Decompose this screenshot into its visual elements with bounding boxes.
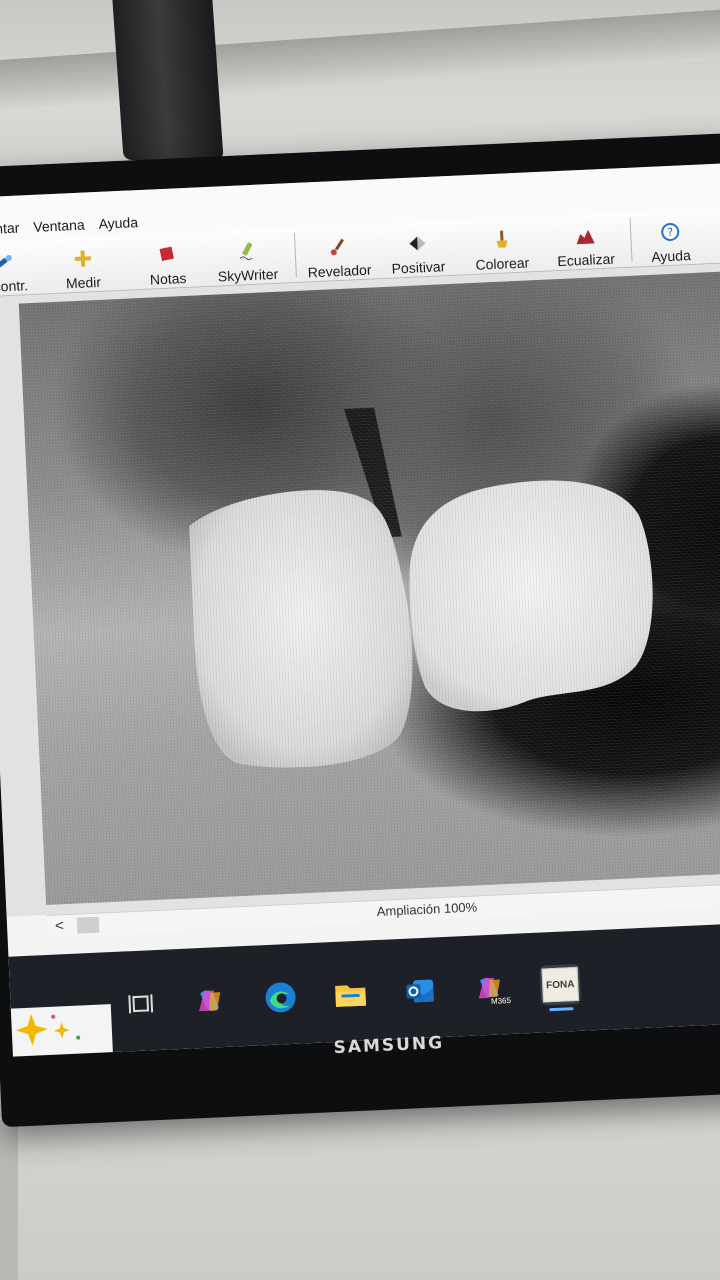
copilot-button[interactable] — [190, 980, 232, 1022]
note-icon — [157, 244, 178, 265]
brush-icon — [328, 237, 349, 258]
tool-label: a contr. — [0, 277, 29, 295]
tool-contrast-button[interactable]: a contr. — [0, 243, 28, 295]
tool-label: Positivar — [391, 258, 446, 277]
task-view-icon — [128, 994, 154, 1014]
fona-app-button[interactable]: FONA — [539, 963, 582, 1006]
tool-ecualizar-button[interactable]: Ecualizar — [556, 217, 616, 270]
histogram-icon — [575, 225, 596, 246]
tool-skywriter-button[interactable]: SkyWriter — [216, 232, 279, 285]
tool-positivar-button[interactable]: Positivar — [390, 224, 446, 277]
copilot-icon — [199, 990, 221, 1012]
tool-help-button[interactable]: ? Ayuda — [649, 213, 691, 265]
m365-button[interactable]: M365 — [469, 967, 514, 1009]
zoom-level: Ampliación 100% — [376, 899, 478, 919]
fona-label: FONA — [545, 978, 575, 991]
menu-item-ayuda[interactable]: Ayuda — [96, 214, 140, 232]
file-explorer-button[interactable] — [330, 973, 372, 1015]
tool-label: Notas — [149, 269, 187, 288]
tool-measure-button[interactable]: Medir — [64, 240, 102, 292]
xray-noise-overlay — [18, 271, 720, 905]
invert-icon — [407, 233, 428, 254]
tool-label: Ecualizar — [557, 250, 616, 270]
tool-notes-button[interactable]: Notas — [148, 236, 187, 288]
edge-icon — [265, 982, 296, 1013]
file-explorer-icon — [335, 985, 367, 1007]
monitor-mount-arm — [112, 0, 224, 160]
tool-colorear-button[interactable]: Colorear — [474, 220, 530, 273]
ruler-icon — [72, 248, 93, 269]
m365-badge: M365 — [488, 995, 514, 1006]
pen-icon — [236, 241, 257, 262]
paint-icon — [491, 229, 512, 250]
sparkle-icon — [15, 1013, 81, 1046]
tool-label: Colorear — [475, 254, 530, 273]
menu-item-ventana[interactable]: Ventana — [31, 216, 87, 235]
task-view-button[interactable] — [120, 983, 162, 1025]
toolbar-separator — [293, 232, 297, 277]
wall-edge — [0, 1120, 18, 1280]
edge-button[interactable] — [260, 977, 302, 1019]
scrollbar-thumb[interactable] — [76, 916, 100, 934]
scroll-left-button[interactable]: < — [55, 917, 65, 934]
svg-text:?: ? — [667, 226, 674, 239]
tool-label: SkyWriter — [217, 265, 279, 285]
toolbar-separator — [629, 217, 633, 262]
tool-label: Ayuda — [650, 247, 692, 265]
image-viewport: Ac Ve — [0, 263, 720, 917]
tool-label: Revelador — [307, 261, 372, 281]
tool-revelador-button[interactable]: Revelador — [306, 228, 372, 281]
taskbar-apps: M365 FONA — [120, 959, 582, 1030]
menu-item-herramientas[interactable]: entar — [0, 219, 22, 237]
screen: entar Ventana Ayuda a contr. Medir — [0, 163, 720, 1057]
tool-label: Medir — [65, 273, 102, 292]
fona-icon: FONA — [541, 966, 580, 1003]
outlook-button[interactable] — [400, 970, 442, 1012]
flashlight-icon — [0, 252, 14, 273]
monitor: entar Ventana Ayuda a contr. Medir — [0, 132, 720, 1128]
outlook-icon — [406, 979, 434, 1003]
help-icon: ? — [660, 222, 681, 243]
xray-image[interactable]: Ac Ve — [18, 271, 720, 905]
